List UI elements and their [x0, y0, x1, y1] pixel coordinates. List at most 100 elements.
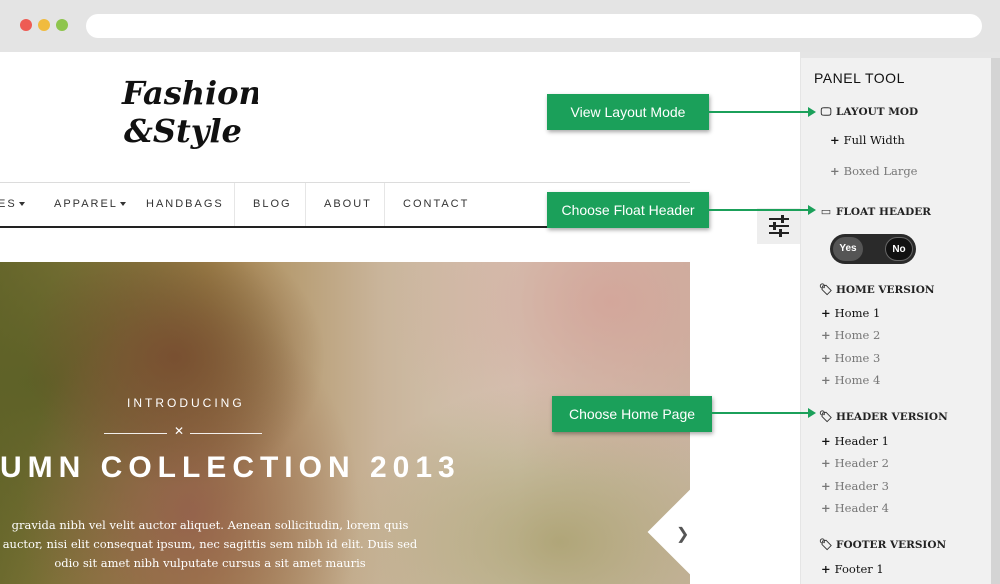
footer-option-1[interactable]: + Footer 1 — [821, 562, 884, 576]
svg-text:&Style: &Style — [124, 112, 242, 150]
plus-icon: + — [821, 373, 831, 387]
header-option-2[interactable]: + Header 2 — [821, 456, 889, 470]
header-option-4[interactable]: + Header 4 — [821, 501, 889, 515]
callout-arrow-line — [709, 209, 810, 211]
nav-item-label: APPAREL — [54, 198, 118, 210]
header-version-heading: 🏷 HEADER VERSION — [819, 410, 948, 423]
float-header-heading-label: FLOAT HEADER — [836, 206, 931, 218]
arrow-right-icon — [808, 205, 816, 215]
nav-item-handbags[interactable]: HANDBAGS — [146, 183, 224, 226]
plus-icon: + — [821, 456, 831, 470]
nav-item-label: ABOUT — [324, 198, 372, 210]
plus-icon: + — [830, 133, 840, 147]
toggle-yes-option[interactable]: Yes — [833, 237, 863, 261]
layout-mod-heading-label: LAYOUT MOD — [836, 106, 919, 118]
panel-tool: PANEL TOOL 🖵 LAYOUT MOD + Full Width + Boxe… — [801, 58, 991, 584]
hero-description-line: auctor, nisi elit consequat ipsum, nec s… — [2, 537, 418, 551]
plus-icon: + — [821, 306, 831, 320]
plus-icon: + — [821, 562, 831, 576]
minimize-window-dot[interactable] — [38, 19, 50, 31]
header-option-1[interactable]: + Header 1 — [821, 434, 889, 448]
nav-item-apparel[interactable]: APPAREL — [54, 183, 126, 226]
home-option-label: Home 4 — [834, 373, 881, 387]
home-option-2[interactable]: + Home 2 — [821, 328, 880, 342]
home-option-3[interactable]: + Home 3 — [821, 351, 880, 365]
nav-item-partial[interactable]: ES — [0, 183, 25, 226]
window-icon: ▭ — [820, 205, 832, 218]
home-version-heading-label: HOME VERSION — [836, 284, 935, 296]
header-option-label: Header 4 — [834, 501, 889, 515]
plus-icon: + — [821, 328, 831, 342]
plus-icon: + — [821, 479, 831, 493]
maximize-window-dot[interactable] — [56, 19, 68, 31]
sliders-icon — [769, 215, 789, 237]
home-option-label: Home 3 — [834, 351, 881, 365]
nav-item-label: ES — [0, 198, 17, 210]
toggle-no-option[interactable]: No — [885, 237, 913, 261]
hero-description: gravida nibh vel velit auctor aliquet. A… — [0, 516, 420, 573]
home-version-heading: 🏷 HOME VERSION — [819, 283, 934, 296]
layout-option-label: Boxed Large — [843, 164, 918, 178]
callout-view-layout-mode: View Layout Mode — [547, 94, 709, 130]
footer-option-label: Footer 1 — [834, 562, 884, 576]
chevron-right-icon[interactable]: ❯ — [676, 524, 689, 544]
callout-choose-float-header: Choose Float Header — [547, 192, 709, 228]
arrow-right-icon — [808, 107, 816, 117]
nav-separator — [384, 183, 385, 226]
layout-mod-heading: 🖵 LAYOUT MOD — [819, 105, 918, 119]
arrow-right-icon — [808, 408, 816, 418]
footer-version-heading-label: FOOTER VERSION — [836, 539, 947, 551]
hero-title: UMN COLLECTION 2013 — [0, 451, 461, 484]
header-option-3[interactable]: + Header 3 — [821, 479, 889, 493]
svg-text:Fashion: Fashion — [121, 74, 258, 112]
float-header-toggle[interactable]: Yes No — [830, 234, 916, 264]
hero-divider-left — [104, 433, 167, 434]
nav-separator — [305, 183, 306, 226]
caret-down-icon — [18, 202, 25, 207]
nav-item-contact[interactable]: CONTACT — [403, 183, 469, 226]
plus-icon: + — [821, 351, 831, 365]
home-option-1[interactable]: + Home 1 — [821, 306, 880, 320]
scrollbar[interactable] — [991, 58, 1000, 584]
float-header-heading: ▭ FLOAT HEADER — [819, 205, 931, 218]
caret-down-icon — [119, 202, 126, 207]
close-window-dot[interactable] — [20, 19, 32, 31]
cross-ornament-icon: ✕ — [174, 424, 185, 438]
home-option-4[interactable]: + Home 4 — [821, 373, 880, 387]
nav-separator — [234, 183, 235, 226]
plus-icon: + — [821, 434, 831, 448]
layout-option-boxed-large[interactable]: + Boxed Large — [830, 164, 917, 178]
hero-description-line: odio sit amet nibh vulputate cursus a si… — [54, 556, 366, 570]
nav-item-label: CONTACT — [403, 198, 470, 210]
nav-item-label: BLOG — [253, 198, 292, 210]
home-option-label: Home 2 — [834, 328, 881, 342]
nav-item-about[interactable]: ABOUT — [324, 183, 372, 226]
header-option-label: Header 1 — [834, 434, 889, 448]
panel-toggle-button[interactable] — [757, 208, 800, 244]
callout-arrow-line — [712, 412, 810, 414]
layout-option-label: Full Width — [843, 133, 905, 147]
hero-description-line: gravida nibh vel velit auctor aliquet. A… — [11, 518, 409, 532]
tags-icon: 🏷 — [819, 283, 833, 296]
nav-item-label: HANDBAGS — [146, 198, 224, 210]
address-bar[interactable] — [86, 14, 982, 38]
monitor-icon: 🖵 — [820, 105, 832, 118]
plus-icon: + — [830, 164, 840, 178]
browser-chrome — [0, 0, 1000, 52]
panel-title: PANEL TOOL — [814, 70, 905, 86]
footer-version-heading: 🏷 FOOTER VERSION — [819, 538, 946, 551]
plus-icon: + — [821, 501, 831, 515]
callout-arrow-line — [709, 111, 810, 113]
header-version-heading-label: HEADER VERSION — [836, 411, 948, 423]
fashion-style-logo[interactable]: Fashion &Style — [118, 70, 258, 150]
website-page: Fashion &Style ES APPAREL HANDBAGS BLOG … — [0, 52, 800, 584]
layout-option-full-width[interactable]: + Full Width — [830, 133, 905, 147]
tags-icon: 🏷 — [819, 538, 833, 551]
header-option-label: Header 3 — [834, 479, 889, 493]
tags-icon: 🏷 — [819, 410, 833, 423]
nav-item-blog[interactable]: BLOG — [253, 183, 292, 226]
home-option-label: Home 1 — [834, 306, 881, 320]
hero-divider-right — [190, 433, 262, 434]
hero-intro-text: INTRODUCING — [127, 396, 245, 410]
callout-choose-home-page: Choose Home Page — [552, 396, 712, 432]
